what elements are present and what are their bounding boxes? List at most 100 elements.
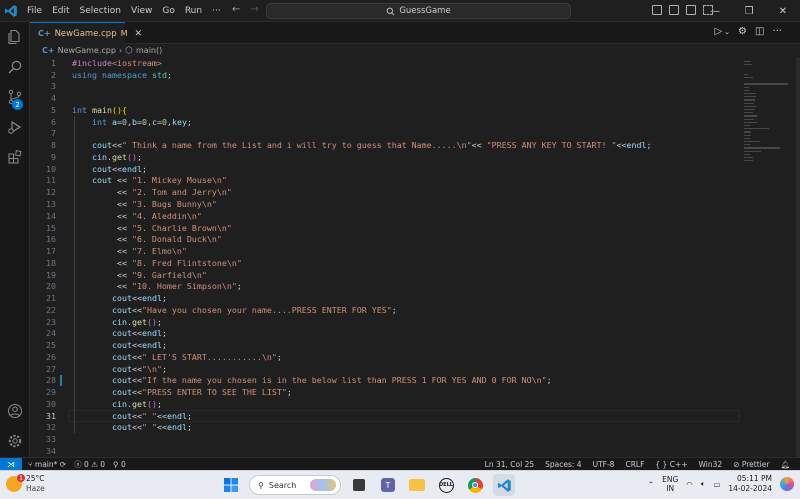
language-mode[interactable]: { } C++: [655, 460, 687, 469]
code-line[interactable]: 15 << "5. Charlie Brown\n": [30, 222, 740, 234]
code-line[interactable]: 24 cout<<endl;: [30, 327, 740, 339]
code-line[interactable]: 6 int a=0,b=0,c=0,key;: [30, 116, 740, 128]
code-line[interactable]: 3: [30, 81, 740, 93]
menu-file[interactable]: File: [22, 6, 47, 16]
code-line[interactable]: 23 cin.get();: [30, 316, 740, 328]
command-center-search[interactable]: GuessGame: [266, 3, 571, 19]
code-line[interactable]: 16 << "6. Donald Duck\n": [30, 233, 740, 245]
menu-run[interactable]: Run: [180, 6, 207, 16]
restore-icon[interactable]: ❐: [732, 0, 766, 22]
code-line[interactable]: 32 cout<<" "<<endl;: [30, 422, 740, 434]
weather-widget[interactable]: 1 25°C Haze: [6, 474, 45, 494]
code-editor[interactable]: 1 #include<iostream> 2 using namespace std;…: [30, 57, 740, 457]
code-line[interactable]: 11 cout << "1. Mickey Mouse\n": [30, 175, 740, 187]
code-token: <<: [156, 410, 167, 421]
language-indicator[interactable]: ENG IN: [662, 475, 678, 493]
toggle-sidebar-icon[interactable]: [652, 5, 662, 15]
chevron-up-icon[interactable]: ⌃: [648, 480, 654, 489]
code-line[interactable]: 22 cout<<"Have you chosen your name....P…: [30, 304, 740, 316]
branch-status[interactable]: ⑂ main* ⟳: [28, 460, 66, 469]
menu-edit[interactable]: Edit: [47, 6, 74, 16]
run-dropdown-icon[interactable]: ⌄: [724, 28, 730, 37]
breadcrumb-file[interactable]: NewGame.cpp: [58, 46, 116, 55]
windows-start-icon[interactable]: [220, 474, 242, 496]
clock[interactable]: 05:11 PM 14-02-2024: [728, 474, 772, 494]
code-line[interactable]: 1 #include<iostream>: [30, 57, 740, 69]
file-explorer-icon[interactable]: [406, 474, 428, 496]
file-encoding[interactable]: UTF-8: [593, 460, 615, 469]
code-line[interactable]: 29 cout<<"PRESS ENTER TO SEE THE LIST";: [30, 386, 740, 398]
vertical-scrollbar[interactable]: [796, 57, 800, 457]
menu-go[interactable]: Go: [157, 6, 179, 16]
vscode-taskbar-icon[interactable]: [493, 474, 515, 496]
code-line[interactable]: 17 << "7. Elmo\n": [30, 245, 740, 257]
forward-arrow-icon[interactable]: →: [250, 4, 258, 15]
chrome-icon[interactable]: [464, 474, 486, 496]
minimap-line: [744, 61, 751, 63]
code-line[interactable]: 18 << "8. Fred Flintstone\n": [30, 257, 740, 269]
prettier-status[interactable]: ⊘ Prettier: [733, 460, 769, 469]
code-line[interactable]: 5 int main(){: [30, 104, 740, 116]
settings-gear-icon[interactable]: [6, 432, 24, 450]
cursor-position[interactable]: Ln 31, Col 25: [485, 460, 534, 469]
back-arrow-icon[interactable]: ←: [232, 4, 240, 15]
toggle-panel-icon[interactable]: [669, 5, 679, 15]
debug-settings-icon[interactable]: ⚙: [738, 26, 747, 37]
run-debug-icon[interactable]: [6, 118, 24, 136]
minimize-icon[interactable]: —: [698, 0, 732, 22]
explorer-icon[interactable]: [6, 28, 24, 46]
code-token: <<: [72, 257, 132, 268]
platform[interactable]: Win32: [699, 460, 723, 469]
search-view-icon[interactable]: [6, 58, 24, 76]
problems-status[interactable]: ⓧ 0 ⚠ 0: [74, 459, 105, 470]
code-line[interactable]: 12 << "2. Tom and Jerry\n": [30, 186, 740, 198]
teams-icon[interactable]: T: [377, 474, 399, 496]
code-line[interactable]: 26 cout<<" LET'S START...........\n";: [30, 351, 740, 363]
code-line[interactable]: 27 cout<<"\n";: [30, 363, 740, 375]
code-line[interactable]: 34: [30, 445, 740, 457]
indentation[interactable]: Spaces: 4: [545, 460, 581, 469]
dell-icon[interactable]: DELL: [435, 474, 457, 496]
code-line[interactable]: 25 cout<<endl;: [30, 339, 740, 351]
menu-selection[interactable]: Selection: [75, 6, 126, 16]
taskbar-search[interactable]: ⚲ Search: [249, 475, 341, 495]
account-icon[interactable]: [6, 402, 24, 420]
wifi-icon[interactable]: ◠: [686, 480, 693, 489]
code-line[interactable]: 21 cout<<endl;: [30, 292, 740, 304]
code-line[interactable]: 19 << "9. Garfield\n": [30, 269, 740, 281]
tab-newgame-cpp[interactable]: C+ NewGame.cpp M ✕: [30, 22, 142, 44]
code-line[interactable]: 31 cout<<" "<<endl;: [30, 410, 740, 422]
code-line[interactable]: 13 << "3. Bugs Bunny\n": [30, 198, 740, 210]
task-view-icon[interactable]: [348, 474, 370, 496]
code-line[interactable]: 30 cin.get();: [30, 398, 740, 410]
split-editor-icon[interactable]: ◫: [755, 26, 764, 37]
code-line[interactable]: 8 cout<<" Think a name from the List and…: [30, 139, 740, 151]
toggle-secondary-sidebar-icon[interactable]: [686, 5, 696, 15]
minimap[interactable]: [740, 57, 800, 457]
close-window-icon[interactable]: ✕: [766, 0, 800, 22]
volume-icon[interactable]: 🔈︎: [701, 479, 706, 489]
notifications-bell-icon[interactable]: 🔔︎: [780, 460, 790, 469]
code-line[interactable]: 2 using namespace std;: [30, 69, 740, 81]
code-line[interactable]: 14 << "4. Aleddin\n": [30, 210, 740, 222]
close-tab-icon[interactable]: ✕: [135, 29, 143, 39]
code-line[interactable]: 4: [30, 92, 740, 104]
more-actions-icon[interactable]: ···: [772, 26, 782, 37]
line-ending[interactable]: CRLF: [625, 460, 644, 469]
remote-window-icon[interactable]: ⋊: [0, 457, 22, 471]
code-line[interactable]: 33: [30, 433, 740, 445]
copilot-icon[interactable]: [780, 477, 794, 491]
line-number: 13: [46, 198, 56, 209]
code-line[interactable]: 28 cout<<"If the name you chosen is in t…: [30, 375, 740, 387]
run-code-icon[interactable]: ▷: [714, 26, 722, 37]
battery-icon[interactable]: ▭: [713, 480, 720, 489]
extensions-icon[interactable]: [6, 148, 24, 166]
ports-status[interactable]: ⚲ 0: [113, 460, 126, 469]
code-line[interactable]: 9 cin.get();: [30, 151, 740, 163]
menu-view[interactable]: View: [126, 6, 157, 16]
code-line[interactable]: 10 cout<<endl;: [30, 163, 740, 175]
code-line[interactable]: 7: [30, 128, 740, 140]
menu-more[interactable]: ···: [207, 6, 226, 16]
code-line[interactable]: 20 << "10. Homer Simpson\n";: [30, 280, 740, 292]
breadcrumb-symbol[interactable]: main(): [136, 46, 162, 55]
